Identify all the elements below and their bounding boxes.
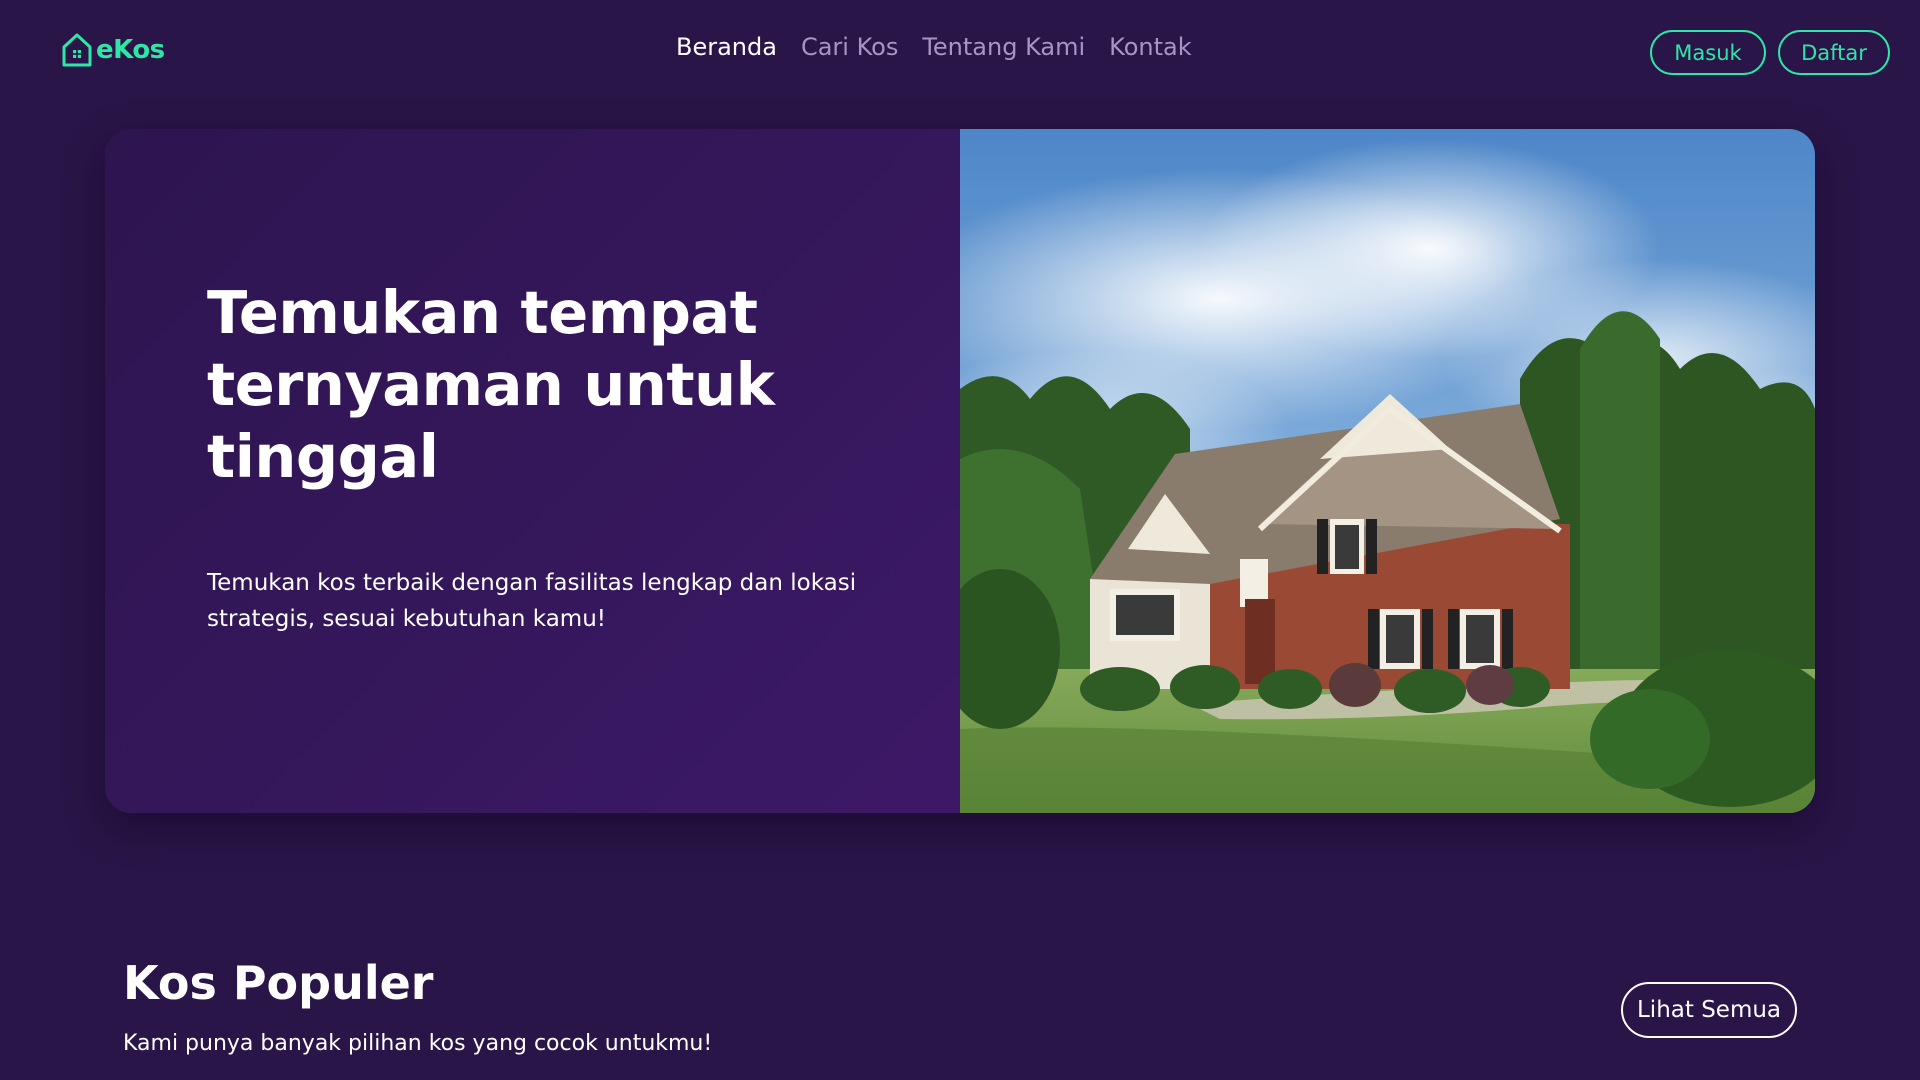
hero-text-panel: Temukan tempat ternyaman untuk tinggal T… [105, 129, 960, 813]
hero-image [960, 129, 1815, 813]
nav-item-beranda[interactable]: Beranda [676, 33, 777, 61]
hero-description: Temukan kos terbaik dengan fasilitas len… [207, 570, 857, 632]
auth-buttons: Masuk Daftar [1650, 30, 1890, 75]
login-button[interactable]: Masuk [1650, 30, 1766, 75]
section-subtitle: Kami punya banyak pilihan kos yang cocok… [123, 1031, 713, 1056]
hero-title: Temukan tempat ternyaman untuk tinggal [207, 278, 775, 491]
register-button[interactable]: Daftar [1778, 30, 1890, 75]
main-nav: Beranda Cari Kos Tentang Kami Kontak [676, 30, 1192, 64]
nav-item-cari-kos[interactable]: Cari Kos [801, 33, 898, 61]
navbar: eKos Beranda Cari Kos Tentang Kami Konta… [0, 0, 1920, 104]
brand-name: eKos [96, 35, 165, 65]
suburban-house-photo [960, 129, 1815, 813]
section-title: Kos Populer [123, 956, 434, 1010]
hero-banner: Temukan tempat ternyaman untuk tinggal T… [105, 129, 1815, 813]
view-all-button[interactable]: Lihat Semua [1621, 982, 1797, 1038]
nav-item-tentang-kami[interactable]: Tentang Kami [922, 33, 1085, 61]
brand-logo[interactable]: eKos [60, 30, 165, 70]
house-icon [62, 33, 92, 67]
nav-item-kontak[interactable]: Kontak [1109, 33, 1191, 61]
